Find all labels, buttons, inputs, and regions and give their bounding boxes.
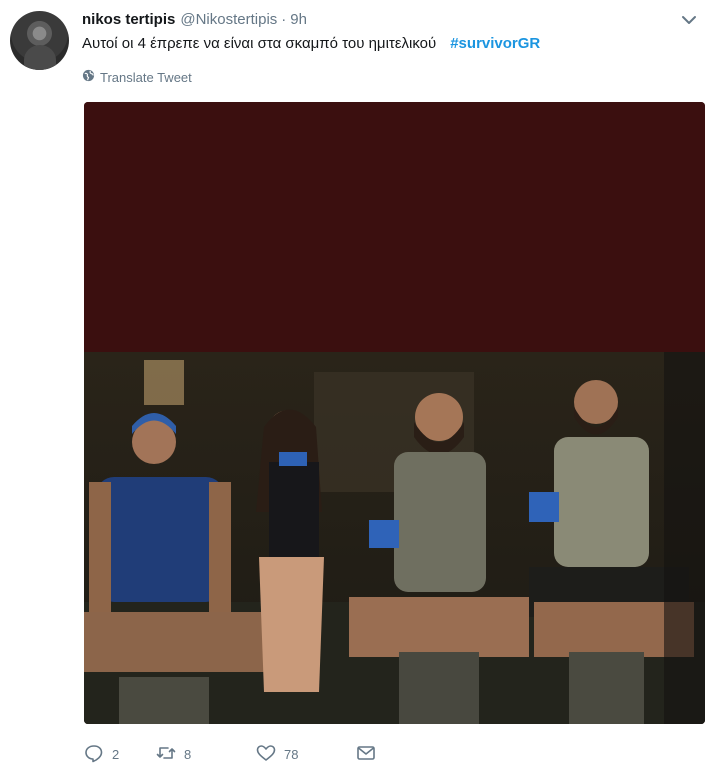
like-count: 78 [284,746,299,762]
reply-button[interactable]: 2 [84,743,156,766]
tweet-time[interactable]: 9h [290,11,307,28]
hashtag-link[interactable]: #survivorGR [450,35,540,52]
translate-tweet-link[interactable]: Translate Tweet [82,69,192,87]
retweet-button[interactable]: 8 [156,743,256,766]
tweet-text: Αυτοί οι 4 έπρεπε να είναι στα σκαμπό το… [82,33,540,55]
media-dark-panel [84,102,705,348]
direct-message-button[interactable] [356,743,376,766]
like-button[interactable]: 78 [256,743,356,766]
retweet-icon [156,743,176,766]
tweet-header: nikos tertipis @Nikostertipis · 9h [82,9,700,31]
survivor-contestants-photo [84,352,705,724]
tweet-media-image[interactable] [84,102,705,724]
reply-icon [84,743,104,766]
like-icon [256,743,276,766]
chevron-down-icon[interactable] [678,9,700,31]
globe-icon [82,69,95,87]
retweet-count: 8 [184,746,192,762]
author-name[interactable]: nikos tertipis [82,11,175,28]
dm-icon [356,743,376,766]
avatar[interactable] [10,11,69,70]
author-handle[interactable]: @Nikostertipis [180,11,277,28]
tweet-actions: 2 8 78 [84,740,376,768]
reply-count: 2 [112,746,120,762]
tweet-body: Αυτοί οι 4 έπρεπε να είναι στα σκαμπό το… [82,35,437,52]
translate-label: Translate Tweet [100,70,192,85]
separator-dot: · [281,11,287,28]
